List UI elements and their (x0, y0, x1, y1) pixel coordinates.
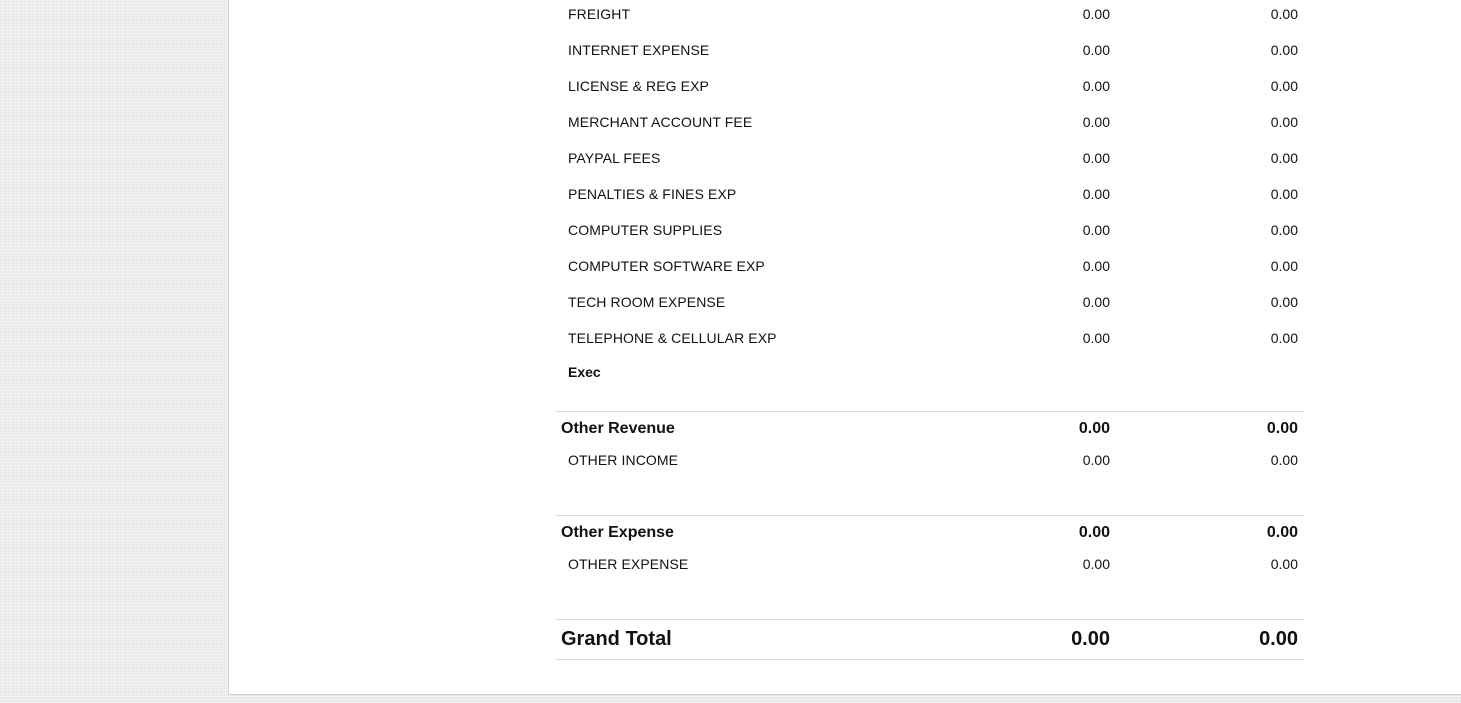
period-1-value: 0.00 (1082, 330, 1110, 346)
section-title: Other Revenue (561, 420, 675, 437)
table-row: FREIGHT 0.00 0.00 (555, 0, 1304, 36)
period-1-value: 0.00 (1082, 258, 1110, 274)
table-row: OTHER INCOME 0.00 0.00 (555, 446, 1304, 482)
period-2-value: 0.00 (1270, 6, 1298, 22)
period-1-value: 0.00 (1082, 452, 1110, 468)
table-row: INTERNET EXPENSE 0.00 0.00 (555, 36, 1304, 72)
period-2-value: 0.00 (1270, 452, 1298, 468)
table-row: OTHER EXPENSE 0.00 0.00 (555, 550, 1304, 586)
grand-total-row: Grand Total 0.00 0.00 (555, 619, 1304, 660)
account-label: PAYPAL FEES (568, 150, 661, 166)
period-2-value: 0.00 (1270, 258, 1298, 274)
table-row: MERCHANT ACCOUNT FEE 0.00 0.00 (555, 108, 1304, 144)
period-1-value: 0.00 (1082, 294, 1110, 310)
period-2-value: 0.00 (1270, 294, 1298, 310)
account-label: TELEPHONE & CELLULAR EXP (568, 330, 777, 346)
table-row: COMPUTER SUPPLIES 0.00 0.00 (555, 216, 1304, 252)
report-panel: FREIGHT 0.00 0.00 INTERNET EXPENSE 0.00 … (228, 0, 1461, 695)
account-label: OTHER EXPENSE (568, 556, 689, 572)
period-2-value: 0.00 (1270, 42, 1298, 58)
grand-total-period-2: 0.00 (1259, 628, 1298, 650)
period-1-value: 0.00 (1082, 114, 1110, 130)
period-1-value: 0.00 (1082, 6, 1110, 22)
account-label: COMPUTER SOFTWARE EXP (568, 258, 765, 274)
table-row: PAYPAL FEES 0.00 0.00 (555, 144, 1304, 180)
section-total-period-1: 0.00 (1078, 420, 1110, 437)
table-row: TECH ROOM EXPENSE 0.00 0.00 (555, 288, 1304, 324)
period-2-value: 0.00 (1270, 114, 1298, 130)
period-1-value: 0.00 (1082, 78, 1110, 94)
grand-total-label: Grand Total (561, 628, 672, 650)
other-expense-header: Other Expense 0.00 0.00 (555, 515, 1304, 550)
account-label: MERCHANT ACCOUNT FEE (568, 114, 753, 130)
table-row: TELEPHONE & CELLULAR EXP 0.00 0.00 (555, 324, 1304, 360)
section-total-period-2: 0.00 (1266, 524, 1298, 541)
period-1-value: 0.00 (1082, 222, 1110, 238)
account-label: TECH ROOM EXPENSE (568, 294, 726, 310)
account-label: COMPUTER SUPPLIES (568, 222, 723, 238)
exec-subheading-row: Exec (555, 360, 1304, 411)
period-1-value: 0.00 (1082, 150, 1110, 166)
section-total-period-1: 0.00 (1078, 524, 1110, 541)
account-label: PENALTIES & FINES EXP (568, 186, 737, 202)
account-label: LICENSE & REG EXP (568, 78, 709, 94)
period-2-value: 0.00 (1270, 150, 1298, 166)
period-2-value: 0.00 (1270, 222, 1298, 238)
grand-total-period-1: 0.00 (1071, 628, 1110, 650)
period-1-value: 0.00 (1082, 186, 1110, 202)
exec-subheading: Exec (568, 364, 601, 380)
period-2-value: 0.00 (1270, 186, 1298, 202)
account-label: INTERNET EXPENSE (568, 42, 710, 58)
period-2-value: 0.00 (1270, 556, 1298, 572)
period-2-value: 0.00 (1270, 78, 1298, 94)
period-1-value: 0.00 (1082, 556, 1110, 572)
other-revenue-header: Other Revenue 0.00 0.00 (555, 411, 1304, 446)
table-row: LICENSE & REG EXP 0.00 0.00 (555, 72, 1304, 108)
section-total-period-2: 0.00 (1266, 420, 1298, 437)
period-1-value: 0.00 (1082, 42, 1110, 58)
section-title: Other Expense (561, 524, 674, 541)
period-2-value: 0.00 (1270, 330, 1298, 346)
income-statement-report: FREIGHT 0.00 0.00 INTERNET EXPENSE 0.00 … (555, 0, 1304, 660)
table-row: COMPUTER SOFTWARE EXP 0.00 0.00 (555, 252, 1304, 288)
account-label: FREIGHT (568, 6, 631, 22)
table-row: PENALTIES & FINES EXP 0.00 0.00 (555, 180, 1304, 216)
account-label: OTHER INCOME (568, 452, 679, 468)
